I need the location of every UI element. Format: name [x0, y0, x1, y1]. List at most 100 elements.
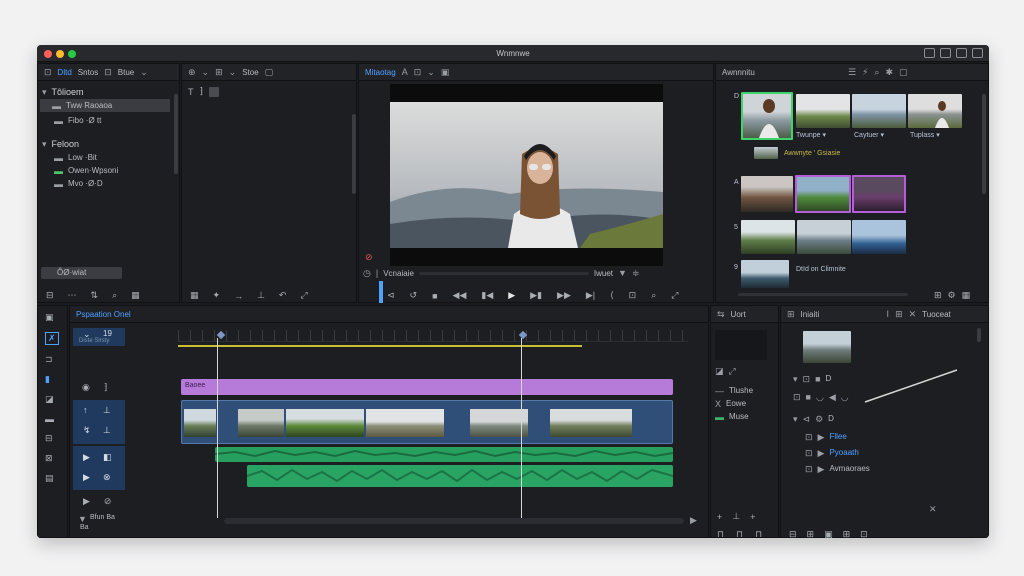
tab-stoe[interactable]: Stoe	[242, 68, 258, 77]
play-icon[interactable]: ▶	[690, 515, 697, 525]
clip-thumbnail[interactable]	[796, 94, 850, 128]
grid-icon[interactable]: ⊞	[787, 309, 795, 319]
zoom-icon[interactable]: ⊡	[414, 67, 422, 77]
play-icon[interactable]: ▶	[83, 496, 90, 507]
video-clip[interactable]	[470, 409, 528, 437]
bars-icon[interactable]: ⊓	[736, 529, 743, 538]
blade-tool-icon[interactable]: ✗	[45, 332, 59, 345]
sort-icon[interactable]: ⇅	[91, 290, 99, 301]
tab-iniaiti[interactable]: Iniaiti	[801, 310, 881, 319]
track-header-audio[interactable]: ▶ ◧ ▶ ⊗	[73, 446, 125, 490]
settings-icon[interactable]: ⊡	[860, 529, 868, 538]
text-icon[interactable]: I	[887, 309, 890, 319]
square-icon[interactable]: ▣	[441, 67, 450, 77]
trim-tool-icon[interactable]: ⊐	[45, 354, 59, 365]
video-clip[interactable]	[366, 409, 444, 437]
triangle-down-icon[interactable]: ▼	[78, 514, 87, 524]
text-icon[interactable]: A	[402, 67, 408, 77]
tab-uort[interactable]: Uort	[731, 310, 746, 319]
list-icon[interactable]: ⊟	[789, 529, 797, 538]
collection-thumbnail[interactable]	[754, 147, 778, 159]
fit-label[interactable]: Iwuet	[594, 269, 613, 278]
step-back-icon[interactable]: ▮◀	[481, 290, 493, 301]
close-icon[interactable]: ✕	[909, 309, 917, 319]
horizontal-scrollbar[interactable]	[224, 518, 684, 524]
clip-thumbnail[interactable]	[797, 220, 851, 254]
video-track[interactable]	[181, 400, 673, 444]
view-icon[interactable]: ⊞	[934, 290, 942, 301]
clock-icon[interactable]: ◷	[363, 268, 371, 278]
chevron-down-icon[interactable]: ⌄	[140, 67, 148, 77]
anchor-icon[interactable]: ⊥	[257, 290, 265, 301]
playhead[interactable]	[217, 338, 218, 518]
search-icon[interactable]: ⌕	[112, 290, 117, 301]
audio-item[interactable]: ▬ Muse	[715, 410, 749, 423]
search-icon[interactable]: ⌕	[874, 67, 879, 77]
clip-thumbnail[interactable]	[741, 92, 793, 140]
tab-mitaotag[interactable]: Mitaotag	[365, 68, 396, 77]
bracket-icon[interactable]: ⁆	[104, 382, 108, 393]
clip-thumbnail[interactable]	[741, 176, 793, 212]
horizontal-scrollbar[interactable]	[738, 293, 908, 296]
audio-clip[interactable]	[247, 465, 673, 487]
layout-icon[interactable]	[924, 48, 935, 58]
group-header[interactable]: ▾ Feloon	[42, 137, 79, 150]
list-item[interactable]: ▬ Tww Raoaoa	[40, 99, 170, 112]
scrollbar[interactable]	[352, 114, 356, 194]
fast-forward-icon[interactable]: ▶▶	[557, 290, 571, 301]
image-icon[interactable]	[209, 86, 220, 97]
video-clip[interactable]	[286, 409, 364, 437]
time-ruler[interactable]	[178, 330, 688, 342]
tab-awnnnitu[interactable]: Awnnnitu	[722, 68, 842, 77]
text-tool-icon[interactable]: T	[188, 87, 194, 97]
select-tool-icon[interactable]: ▣	[45, 312, 59, 323]
list-icon[interactable]: ☰	[848, 67, 856, 77]
pan-icon[interactable]: ⇆	[717, 309, 725, 319]
triangle-down-icon[interactable]: ▼	[618, 268, 627, 278]
clip-thumbnail[interactable]	[795, 175, 851, 213]
library-icon[interactable]: ⊡	[44, 67, 52, 77]
clip-thumbnail[interactable]	[908, 94, 962, 128]
tab-sntos[interactable]: Sntos	[78, 68, 98, 77]
grid-icon[interactable]: ▦	[190, 290, 199, 301]
video-clip[interactable]	[238, 409, 284, 437]
play-button[interactable]: ▶	[508, 290, 515, 301]
layer-tool-icon[interactable]: ▤	[45, 473, 59, 484]
chevron-down-icon[interactable]: ⌄	[202, 67, 210, 77]
step-forward-icon[interactable]: ▶▮	[530, 290, 542, 301]
clip-thumbnail[interactable]	[852, 220, 906, 254]
list-item[interactable]: ▬ Owen·Wpsoni	[42, 164, 118, 177]
skimmer[interactable]	[521, 338, 522, 518]
track-header-timecode[interactable]: ⌄ 19 Diste Slrsty	[73, 328, 125, 346]
chevron-down-icon[interactable]: ⌄	[229, 67, 237, 77]
clip-thumbnail[interactable]	[852, 94, 906, 128]
rewind-icon[interactable]: ◀◀	[453, 290, 467, 301]
cross-icon[interactable]: ✕	[929, 504, 937, 514]
audio-item[interactable]: X Eowe	[715, 397, 746, 410]
undo-icon[interactable]: ↶	[279, 290, 287, 301]
eye-icon[interactable]: ◉	[82, 382, 90, 393]
brackets-icon[interactable]: ⁆	[200, 86, 204, 97]
inspector-row[interactable]: ⊡ ■ ◡ ◀ ◡	[793, 390, 849, 403]
title-clip[interactable]: Baoee	[181, 379, 673, 395]
video-clip[interactable]	[184, 409, 216, 437]
settings-icon[interactable]: ⚙	[948, 290, 956, 301]
inspector-row[interactable]: ▾ ⊲ ⚙ D	[793, 412, 834, 425]
inspector-row[interactable]: ⊡ ▶ Pyoaath	[805, 446, 859, 459]
transform-icon[interactable]: ⊞	[895, 309, 903, 319]
audio-item[interactable]: ◪ ⤢	[715, 364, 736, 377]
record-icon[interactable]: ⊘	[365, 252, 373, 262]
crop-icon[interactable]: ⊡	[629, 290, 637, 301]
grid-icon[interactable]: ▦	[131, 290, 140, 301]
in-point-icon[interactable]: ⟨	[610, 290, 614, 301]
folder-icon[interactable]	[956, 48, 967, 58]
loop-icon[interactable]: ↺	[410, 290, 418, 301]
options-icon[interactable]: ≑	[632, 268, 640, 278]
tab-timeline[interactable]: Pspaation Onel	[76, 310, 131, 319]
crop-icon[interactable]: ⊞	[215, 67, 223, 77]
scrub-bar[interactable]	[418, 271, 589, 275]
list-item[interactable]: ▬ Mvo ·Ø·D	[42, 177, 103, 190]
chart-icon[interactable]: ⊞	[843, 529, 851, 538]
list-icon[interactable]: ⊟	[46, 290, 54, 301]
audio-item[interactable]: — Tlushe	[715, 384, 753, 397]
